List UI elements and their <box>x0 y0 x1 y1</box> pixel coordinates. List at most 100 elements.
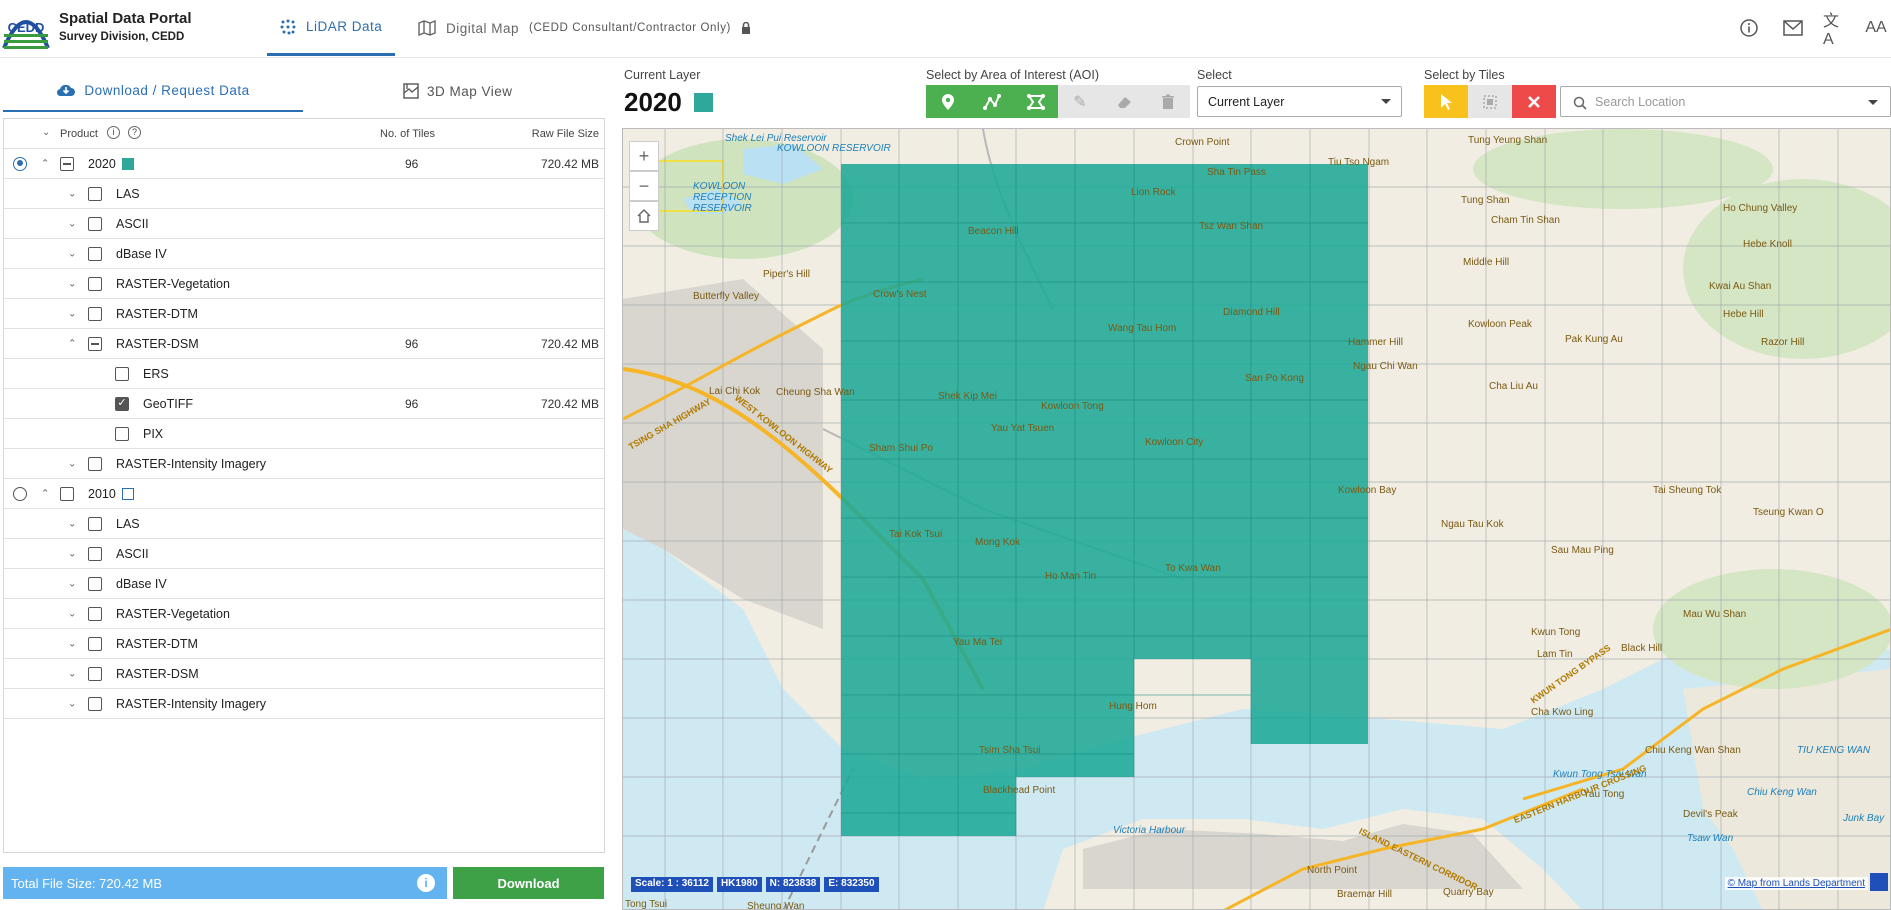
map-canvas[interactable] <box>623 129 1891 910</box>
chevron-up-icon[interactable]: ⌃ <box>41 158 49 169</box>
chevron-up-icon[interactable]: ⌃ <box>68 338 76 349</box>
checkbox[interactable] <box>88 306 102 321</box>
delete-button[interactable] <box>1146 85 1190 118</box>
chevron-down-icon[interactable]: ⌄ <box>68 308 76 319</box>
subtab-3d-map-view[interactable]: 3D Map View <box>403 70 513 112</box>
checkbox[interactable] <box>88 516 102 531</box>
checkbox[interactable] <box>88 186 102 201</box>
checkbox[interactable] <box>88 246 102 261</box>
checkbox[interactable] <box>88 696 102 711</box>
checkbox[interactable] <box>115 366 129 381</box>
chevron-down-icon[interactable]: ⌄ <box>68 218 76 229</box>
chevron-down-icon[interactable]: ⌄ <box>68 278 76 289</box>
table-row[interactable]: ⌃ RASTER-DSM 96 720.42 MB <box>4 329 604 359</box>
checkbox-2020[interactable] <box>60 156 74 171</box>
home-extent-button[interactable] <box>629 201 659 231</box>
checkbox[interactable] <box>88 336 102 351</box>
help-icon[interactable]: ? <box>128 126 141 139</box>
table-row[interactable]: ⌄ LAS <box>4 509 604 539</box>
cedd-logo[interactable]: CEDD <box>2 4 50 52</box>
tab-lidar-data[interactable]: LiDAR Data <box>267 0 396 56</box>
table-row[interactable]: ⌄ RASTER-DSM <box>4 659 604 689</box>
checkbox-checked[interactable]: ✓ <box>115 396 129 411</box>
info-icon[interactable]: i <box>417 874 435 892</box>
svg-text:CEDD: CEDD <box>8 20 45 35</box>
font-size-icon[interactable]: AA <box>1864 16 1888 40</box>
table-row[interactable]: ⌄ RASTER-Intensity Imagery <box>4 689 604 719</box>
checkbox[interactable] <box>88 636 102 651</box>
table-row[interactable]: ⌄ LAS <box>4 179 604 209</box>
table-row[interactable]: ⌄ RASTER-Vegetation <box>4 599 604 629</box>
row-label: dBase IV <box>116 576 167 591</box>
chevron-down-icon <box>1381 99 1391 104</box>
table-row[interactable]: ⌄ dBase IV <box>4 239 604 269</box>
chevron-down-icon[interactable]: ⌄ <box>68 518 76 529</box>
tab-digital-map[interactable]: Digital Map (CEDD Consultant/Contractor … <box>418 0 751 56</box>
table-row[interactable]: ⌄ RASTER-Vegetation <box>4 269 604 299</box>
checkbox[interactable] <box>88 546 102 561</box>
polyline-select-button[interactable] <box>970 85 1014 118</box>
polygon-select-button[interactable] <box>1014 85 1058 118</box>
chevron-down-icon[interactable]: ⌄ <box>68 548 76 559</box>
edit-pencil-button[interactable]: ✎ <box>1058 85 1102 118</box>
chevron-down-icon[interactable]: ⌄ <box>68 188 76 199</box>
table-row[interactable]: ERS <box>4 359 604 389</box>
subtab-download-request[interactable]: Download / Request Data <box>3 70 303 112</box>
map-label: Butterfly Valley <box>693 291 759 302</box>
checkbox-2010[interactable] <box>60 486 74 501</box>
eraser-button[interactable] <box>1102 85 1146 118</box>
checkbox[interactable] <box>88 606 102 621</box>
checkbox[interactable] <box>88 276 102 291</box>
subtab-3d-label: 3D Map View <box>427 83 513 99</box>
select-layer-dropdown[interactable]: Current Layer <box>1197 86 1402 117</box>
translate-icon[interactable]: 文A <box>1823 13 1847 48</box>
map-attribution-link[interactable]: © Map from Lands Department <box>1724 877 1868 890</box>
map-view[interactable]: Shek Lei Pui Reservoir KOWLOON RESERVOIR… <box>622 128 1891 910</box>
chevron-down-icon[interactable]: ⌄ <box>68 608 76 619</box>
tile-box-button[interactable] <box>1468 85 1512 118</box>
table-row[interactable]: ⌄ ASCII <box>4 539 604 569</box>
row-tiles: 96 <box>405 336 419 351</box>
chevron-down-icon[interactable]: ⌄ <box>68 578 76 589</box>
chevron-down-icon[interactable] <box>1868 100 1878 105</box>
layer-radio-2010[interactable] <box>13 486 27 501</box>
mail-icon[interactable] <box>1781 16 1805 40</box>
map-label: Tai Sheung Tok <box>1653 485 1722 496</box>
row-size: 720.42 MB <box>540 336 599 351</box>
chevron-up-icon[interactable]: ⌃ <box>41 488 49 499</box>
table-row[interactable]: ⌄ RASTER-Intensity Imagery <box>4 449 604 479</box>
checkbox[interactable] <box>88 666 102 681</box>
search-location-input[interactable]: Search Location <box>1560 86 1891 117</box>
checkbox[interactable] <box>88 576 102 591</box>
map-corner-badge[interactable] <box>1870 873 1888 891</box>
chevron-down-icon[interactable]: ⌄ <box>68 248 76 259</box>
zoom-in-button[interactable]: + <box>629 141 659 171</box>
table-row[interactable]: ⌄ RASTER-DTM <box>4 299 604 329</box>
chevron-down-icon[interactable]: ⌄ <box>42 127 50 138</box>
checkbox[interactable] <box>88 216 102 231</box>
chevron-down-icon[interactable]: ⌄ <box>68 638 76 649</box>
checkbox[interactable] <box>115 426 129 441</box>
datum-select[interactable]: HK1980 <box>716 877 762 892</box>
zoom-out-button[interactable]: − <box>629 171 659 201</box>
map-label: Crow's Nest <box>873 289 927 300</box>
table-row-2010[interactable]: ⌃ 2010 <box>4 479 604 509</box>
layer-radio-2020[interactable] <box>13 156 27 171</box>
chevron-down-icon[interactable]: ⌄ <box>68 458 76 469</box>
table-row[interactable]: ⌄ dBase IV <box>4 569 604 599</box>
point-select-button[interactable] <box>926 85 970 118</box>
info-icon[interactable] <box>1737 16 1761 40</box>
table-row[interactable]: PIX <box>4 419 604 449</box>
chevron-down-icon[interactable]: ⌄ <box>68 668 76 679</box>
checkbox[interactable] <box>88 456 102 471</box>
table-row[interactable]: ⌄ RASTER-DTM <box>4 629 604 659</box>
tile-pointer-button[interactable] <box>1424 85 1468 118</box>
table-row[interactable]: ✓ GeoTIFF 96 720.42 MB <box>4 389 604 419</box>
table-header: ⌄ Product i ? No. of Tiles Raw File Size <box>4 119 604 149</box>
download-button[interactable]: Download <box>453 867 604 899</box>
info-icon[interactable]: i <box>107 126 120 139</box>
table-row[interactable]: ⌄ ASCII <box>4 209 604 239</box>
table-row-2020[interactable]: ⌃ 2020 96 720.42 MB <box>4 149 604 179</box>
clear-tiles-button[interactable] <box>1512 85 1556 118</box>
chevron-down-icon[interactable]: ⌄ <box>68 698 76 709</box>
